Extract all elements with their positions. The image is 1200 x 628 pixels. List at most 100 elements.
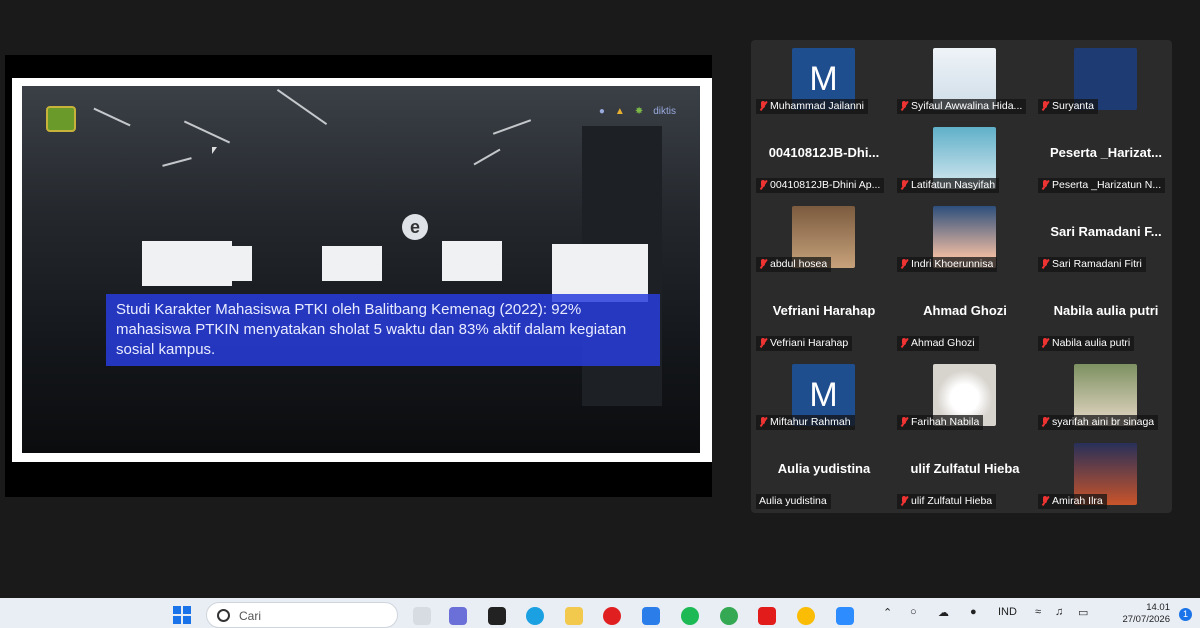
ceiling-light bbox=[162, 157, 192, 167]
ceiling-light bbox=[492, 119, 532, 135]
participant-name-tag: Muhammad Jailanni bbox=[756, 99, 868, 114]
participant-tile[interactable]: abdul hosea bbox=[754, 198, 894, 277]
participant-name: Sari Ramadani Fitri bbox=[1052, 258, 1142, 270]
participant-name: Muhammad Jailanni bbox=[770, 100, 864, 112]
ceiling-light bbox=[473, 148, 501, 166]
participant-name-tag: Miftahur Rahmah bbox=[756, 415, 855, 430]
participant-tile[interactable]: Peserta _Harizat... Peserta _Harizatun N.… bbox=[1036, 119, 1176, 198]
participant-gallery[interactable]: M Muhammad Jailanni Syifaul Awwalina Hida.… bbox=[751, 40, 1172, 513]
participant-tile[interactable]: Vefriani Harahap Vefriani Harahap bbox=[754, 277, 894, 356]
mouse-cursor-icon bbox=[212, 147, 217, 154]
wps-office-icon[interactable] bbox=[758, 607, 776, 625]
zoom-icon[interactable] bbox=[836, 607, 854, 625]
participant-display-name: Peserta _Harizat... bbox=[1049, 145, 1162, 160]
diktis-logo: diktis bbox=[653, 106, 676, 117]
mic-muted-icon bbox=[900, 180, 908, 190]
mic-muted-icon bbox=[1041, 259, 1049, 269]
microsoft-store-icon[interactable] bbox=[642, 607, 660, 625]
participant-name: Peserta _Harizatun N... bbox=[1052, 179, 1162, 191]
participant-display-name: ulif Zulfatul Hieba bbox=[910, 461, 1020, 476]
participant-name-tag: Vefriani Harahap bbox=[756, 336, 853, 351]
participant-display-name: Ahmad Ghozi bbox=[923, 303, 1007, 318]
cloud-icon[interactable]: ☁ bbox=[938, 606, 949, 619]
participant-name-tag: Aulia yudistina bbox=[756, 494, 831, 509]
participant-name: abdul hosea bbox=[770, 258, 828, 270]
participant-name: Syifaul Awwalina Hida... bbox=[911, 100, 1023, 112]
notification-badge[interactable]: 1 bbox=[1179, 608, 1192, 621]
participant-tile[interactable]: Aulia yudistina Aulia yudistina bbox=[754, 435, 894, 514]
microphone-icon[interactable]: ● bbox=[970, 606, 977, 618]
participant-display-name: Sari Ramadani F... bbox=[1050, 224, 1162, 239]
participant-tile[interactable]: Farihah Nabila bbox=[895, 356, 1035, 435]
participant-display-name: Nabila aulia putri bbox=[1053, 303, 1159, 318]
taskbar-search[interactable]: Cari bbox=[206, 602, 398, 628]
chevron-up-icon[interactable]: ⌃ bbox=[883, 606, 892, 619]
participant-tile[interactable]: Latifatun Nasyifah bbox=[895, 119, 1035, 198]
participant-name-tag: Ahmad Ghozi bbox=[897, 336, 979, 351]
clock-time: 14.01 bbox=[1146, 602, 1170, 613]
system-clock[interactable]: 14.01 27/07/2026 bbox=[1122, 602, 1170, 626]
mic-muted-icon bbox=[759, 338, 767, 348]
participant-tile[interactable]: Suryanta bbox=[1036, 40, 1176, 119]
mic-muted-icon bbox=[1041, 496, 1049, 506]
participant-tile[interactable]: Ahmad Ghozi Ahmad Ghozi bbox=[895, 277, 1035, 356]
teams-chat-icon[interactable] bbox=[449, 607, 467, 625]
network-off-icon[interactable]: ○ bbox=[910, 606, 917, 618]
participant-tile[interactable]: Nabila aulia putri Nabila aulia putri bbox=[1036, 277, 1176, 356]
kemenag-logo bbox=[46, 106, 76, 132]
participant-name-tag: Amirah Ilra bbox=[1038, 494, 1107, 509]
windows-taskbar: Cari ⌃ ○ ☁ ● IND ≈ ♫ ▭ 14.01 27/07/2026 … bbox=[0, 598, 1200, 628]
e-logo: e bbox=[402, 214, 428, 240]
participant-name: Latifatun Nasyifah bbox=[911, 179, 996, 191]
participant-tile[interactable]: Amirah Ilra bbox=[1036, 435, 1176, 514]
chrome-profile-icon[interactable] bbox=[797, 607, 815, 625]
participant-display-name: Aulia yudistina bbox=[777, 461, 871, 476]
participant-tile[interactable]: M Miftahur Rahmah bbox=[754, 356, 894, 435]
participant-name-tag: 00410812JB-Dhini Ap... bbox=[756, 178, 885, 193]
participant-name-tag: abdul hosea bbox=[756, 257, 832, 272]
mic-muted-icon bbox=[1041, 417, 1049, 427]
participant-tile[interactable]: Indri Khoerunnisa bbox=[895, 198, 1035, 277]
mic-muted-icon bbox=[900, 259, 908, 269]
participant-name: Farihah Nabila bbox=[911, 416, 980, 428]
participant-tile[interactable]: syarifah aini br sinaga bbox=[1036, 356, 1176, 435]
edge-icon[interactable] bbox=[526, 607, 544, 625]
battery-icon[interactable]: ▭ bbox=[1078, 606, 1088, 619]
star-logo-icon: ✸ bbox=[634, 106, 644, 117]
mic-muted-icon bbox=[900, 338, 908, 348]
wifi-icon[interactable]: ≈ bbox=[1035, 606, 1041, 618]
desk-monitor bbox=[442, 241, 502, 281]
ceiling-light bbox=[276, 88, 328, 126]
chrome-icon[interactable] bbox=[720, 607, 738, 625]
volume-icon[interactable]: ♫ bbox=[1055, 606, 1063, 618]
participant-name: Amirah Ilra bbox=[1052, 495, 1103, 507]
participant-tile[interactable]: 00410812JB-Dhi... 00410812JB-Dhini Ap... bbox=[754, 119, 894, 198]
participant-name-tag: Nabila aulia putri bbox=[1038, 336, 1135, 351]
mic-muted-icon bbox=[900, 101, 908, 111]
mic-muted-icon bbox=[900, 417, 908, 427]
search-placeholder: Cari bbox=[239, 609, 262, 623]
start-button[interactable] bbox=[173, 606, 191, 624]
capcut-icon[interactable] bbox=[488, 607, 506, 625]
mic-muted-icon bbox=[1041, 180, 1049, 190]
participant-name-tag: Sari Ramadani Fitri bbox=[1038, 257, 1146, 272]
participant-name: 00410812JB-Dhini Ap... bbox=[770, 179, 881, 191]
participant-name-tag: Indri Khoerunnisa bbox=[897, 257, 998, 272]
participant-tile[interactable]: Sari Ramadani F... Sari Ramadani Fitri bbox=[1036, 198, 1176, 277]
drop-logo-icon: ● bbox=[598, 106, 605, 117]
file-explorer-icon[interactable] bbox=[565, 607, 583, 625]
participant-tile[interactable]: ulif Zulfatul Hieba ulif Zulfatul Hieba bbox=[895, 435, 1035, 514]
slide-caption: Studi Karakter Mahasiswa PTKI oleh Balit… bbox=[106, 294, 660, 366]
spotify-icon[interactable] bbox=[681, 607, 699, 625]
participant-display-name: Vefriani Harahap bbox=[772, 303, 876, 318]
participant-tile[interactable]: Syifaul Awwalina Hida... bbox=[895, 40, 1035, 119]
mic-muted-icon bbox=[759, 101, 767, 111]
participant-tile[interactable]: M Muhammad Jailanni bbox=[754, 40, 894, 119]
participant-name: Nabila aulia putri bbox=[1052, 337, 1131, 349]
language-indicator[interactable]: IND bbox=[998, 606, 1017, 618]
opera-icon[interactable] bbox=[603, 607, 621, 625]
participant-name-tag: Farihah Nabila bbox=[897, 415, 984, 430]
participant-name: syarifah aini br sinaga bbox=[1052, 416, 1155, 428]
participant-name-tag: Latifatun Nasyifah bbox=[897, 178, 1000, 193]
task-view-icon[interactable] bbox=[413, 607, 431, 625]
